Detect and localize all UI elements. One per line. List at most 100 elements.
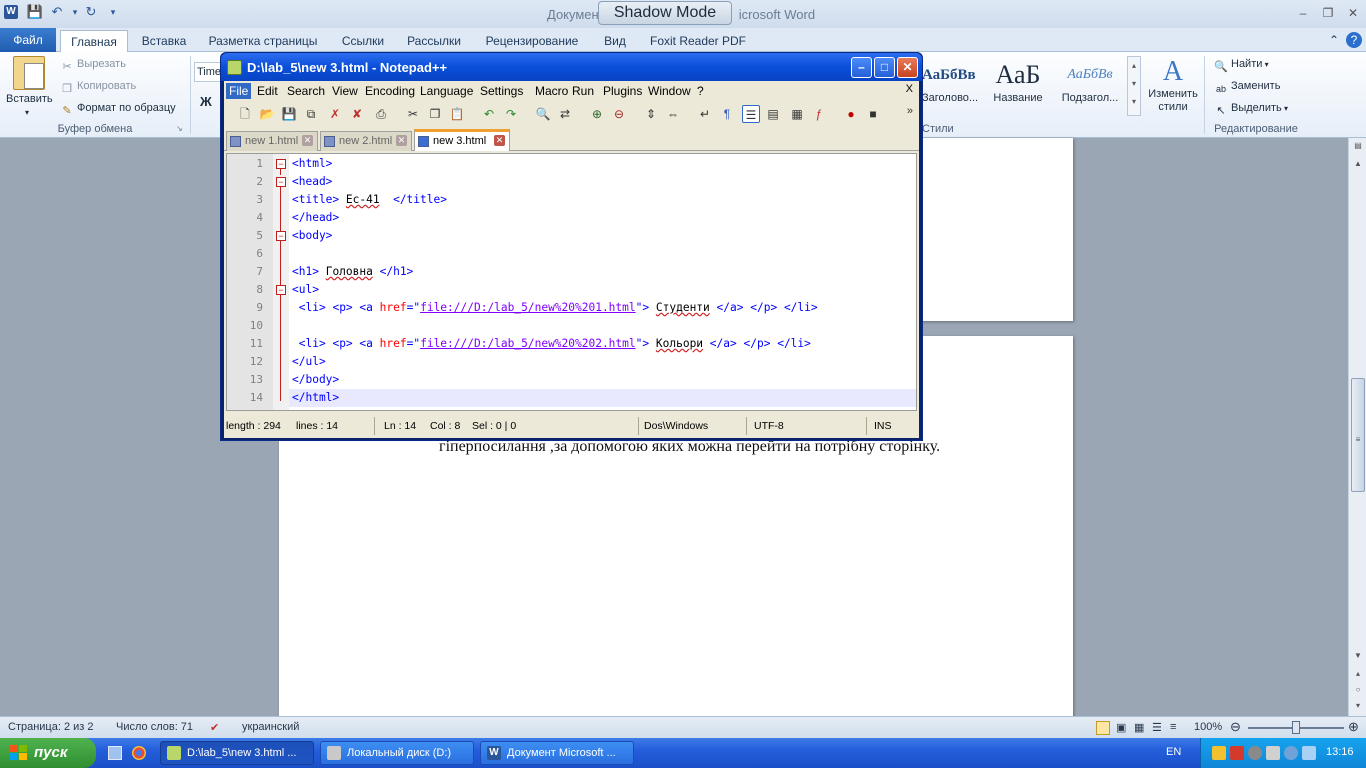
start-button[interactable]: пуск	[0, 738, 96, 768]
gallery-down-icon[interactable]: ▾	[1128, 75, 1140, 93]
save-icon[interactable]: 💾	[280, 105, 298, 123]
undo-icon[interactable]: ↶	[480, 105, 498, 123]
restore-icon[interactable]: ❐	[1319, 5, 1337, 21]
code-editor[interactable]: 1 2 3 4 5 6 7 8 9 10 11 12 13 14 − − − −…	[226, 153, 917, 411]
word-wrap-icon[interactable]: ↵	[696, 105, 714, 123]
taskbar-item-word[interactable]: W Документ Microsoft ...	[480, 741, 634, 765]
draft-view-icon[interactable]: ≡	[1170, 721, 1176, 733]
menu-plugins[interactable]: Plugins	[600, 83, 645, 99]
menu-help[interactable]: ?	[694, 83, 707, 99]
open-file-icon[interactable]: 📂	[258, 105, 276, 123]
replace-icon[interactable]: ⇄	[556, 105, 574, 123]
redo-icon[interactable]: ↻	[82, 3, 100, 21]
tab-review[interactable]: Рецензирование	[474, 30, 590, 52]
file-tab-2[interactable]: new 2.html ✕	[320, 131, 412, 151]
menu-macro[interactable]: Macro	[532, 83, 571, 99]
close-icon[interactable]: ✕	[1344, 5, 1362, 21]
find-icon[interactable]: 🔍	[534, 105, 552, 123]
user-language-icon[interactable]: ▤	[764, 105, 782, 123]
zoom-out-icon[interactable]: ⊖	[610, 105, 628, 123]
language-indicator[interactable]: украинский	[242, 721, 299, 733]
npp-maximize-icon[interactable]: □	[874, 57, 895, 78]
minimize-ribbon-icon[interactable]: ⌃	[1326, 32, 1342, 48]
npp-minimize-icon[interactable]: –	[851, 57, 872, 78]
font-name-field[interactable]: Time	[194, 62, 222, 82]
minimize-icon[interactable]: –	[1294, 5, 1312, 21]
network-icon[interactable]	[1248, 746, 1262, 760]
fold-toggle-icon[interactable]: −	[276, 177, 286, 187]
word-count[interactable]: Число слов: 71	[116, 721, 193, 733]
menu-encoding[interactable]: Encoding	[362, 83, 418, 99]
copy-button[interactable]: ❐ Копировать	[60, 80, 136, 96]
href-link-2[interactable]: file:///D:/lab_5/new%20%202.html	[420, 337, 636, 350]
file-tab-1[interactable]: new 1.html ✕	[226, 131, 318, 151]
word-vertical-scrollbar[interactable]: ▤ ▲ ≡ ▼ ▴ ○ ▾	[1348, 138, 1366, 716]
help-icon[interactable]: ?	[1346, 32, 1362, 48]
menu-window[interactable]: Window	[645, 83, 694, 99]
close-all-icon[interactable]: ✘	[348, 105, 366, 123]
npp-close-icon[interactable]: ✕	[897, 57, 918, 78]
tab-page-layout[interactable]: Разметка страницы	[200, 30, 326, 52]
cut-button[interactable]: ✂ Вырезать	[60, 58, 126, 74]
notepadpp-titlebar[interactable]: D:\lab_5\new 3.html - Notepad++ – □ ✕	[221, 53, 922, 81]
ruler-toggle-icon[interactable]: ▤	[1352, 140, 1364, 152]
tab-close-icon[interactable]: ✕	[494, 135, 505, 146]
menu-settings[interactable]: Settings	[477, 83, 526, 99]
style-subtitle[interactable]: АаБбВв Подзагол...	[1054, 58, 1126, 114]
tab-insert[interactable]: Вставка	[134, 30, 194, 52]
clipboard-launcher-icon[interactable]: ↘	[176, 124, 183, 133]
display-icon[interactable]	[1302, 746, 1316, 760]
web-layout-icon[interactable]: ▦	[1134, 721, 1144, 734]
antivirus-icon[interactable]	[1230, 746, 1244, 760]
paste-button[interactable]: Вставить	[6, 93, 53, 105]
tab-mailings[interactable]: Рассылки	[400, 30, 468, 52]
href-link-1[interactable]: file:///D:/lab_5/new%20%201.html	[420, 301, 636, 314]
update-icon[interactable]	[1284, 746, 1298, 760]
zoom-level[interactable]: 100%	[1194, 721, 1222, 733]
taskbar-item-local-disk[interactable]: Локальный диск (D:)	[320, 741, 474, 765]
show-all-chars-icon[interactable]: ¶	[718, 105, 736, 123]
tab-file[interactable]: Файл	[0, 28, 56, 52]
tab-view[interactable]: Вид	[596, 30, 634, 52]
record-macro-icon[interactable]: ●	[842, 105, 860, 123]
next-page-icon[interactable]: ▾	[1352, 700, 1364, 712]
warning-icon[interactable]	[1212, 746, 1226, 760]
menu-edit[interactable]: Edit	[254, 83, 281, 99]
styles-gallery-scroll[interactable]: ▴ ▾ ▾	[1127, 56, 1141, 116]
menu-run[interactable]: Run	[569, 83, 597, 99]
proofing-icon[interactable]: ✔	[210, 721, 219, 734]
print-layout-icon[interactable]	[1096, 721, 1110, 735]
clock[interactable]: 13:16	[1326, 746, 1354, 758]
paste-icon[interactable]: 📋	[448, 105, 466, 123]
tab-foxit[interactable]: Foxit Reader PDF	[642, 30, 754, 52]
toolbar-more-icon[interactable]: »	[907, 105, 913, 117]
taskbar-item-notepadpp[interactable]: D:\lab_5\new 3.html ...	[160, 741, 314, 765]
show-desktop-icon[interactable]	[108, 746, 122, 760]
menu-language[interactable]: Language	[417, 83, 476, 99]
indent-guide-icon[interactable]: ☰	[742, 105, 760, 123]
outline-view-icon[interactable]: ☰	[1152, 721, 1162, 734]
bold-button[interactable]: Ж	[200, 94, 212, 109]
stop-macro-icon[interactable]: ■	[864, 105, 882, 123]
zoom-in-icon[interactable]: ⊕	[1348, 719, 1359, 735]
close-file-icon[interactable]: ✗	[326, 105, 344, 123]
notepadpp-icon[interactable]	[227, 60, 242, 75]
paste-icon[interactable]	[13, 56, 45, 90]
fold-toggle-icon[interactable]: −	[276, 285, 286, 295]
save-icon[interactable]: 💾	[26, 3, 44, 21]
tab-close-icon[interactable]: ✕	[302, 135, 313, 146]
gallery-up-icon[interactable]: ▴	[1128, 57, 1140, 75]
replace-button[interactable]: ab Заменить	[1214, 80, 1280, 96]
function-list-icon[interactable]: ƒ	[810, 105, 828, 123]
fold-toggle-icon[interactable]: −	[276, 159, 286, 169]
save-all-icon[interactable]: ⧉	[302, 105, 320, 123]
new-file-icon[interactable]: 🗋	[236, 105, 254, 123]
paste-dropdown-icon[interactable]: ▾	[25, 108, 29, 117]
tab-home[interactable]: Главная	[60, 30, 128, 52]
customize-qat-icon[interactable]: ▾	[104, 3, 122, 21]
redo-icon[interactable]: ↷	[502, 105, 520, 123]
menu-search[interactable]: Search	[284, 83, 328, 99]
zoom-in-icon[interactable]: ⊕	[588, 105, 606, 123]
file-tab-3[interactable]: new 3.html ✕	[414, 129, 510, 151]
menu-view[interactable]: View	[329, 83, 361, 99]
